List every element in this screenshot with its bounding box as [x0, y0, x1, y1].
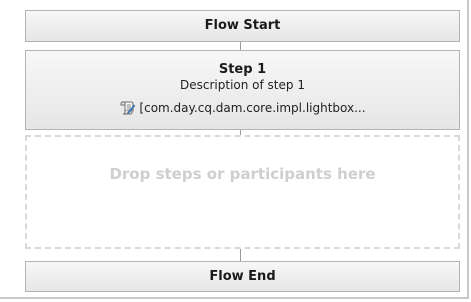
step-title: Step 1	[218, 62, 267, 77]
workflow-editor-canvas: Flow Start Step 1 Description of step 1 …	[0, 0, 469, 299]
drop-zone[interactable]: Drop steps or participants here	[25, 135, 460, 249]
connector-line	[240, 42, 241, 50]
script-icon	[119, 100, 136, 116]
flow-end-label: Flow End	[209, 269, 276, 284]
step-description: Description of step 1	[180, 78, 305, 92]
connector-line	[240, 249, 241, 261]
flow-start-label: Flow Start	[204, 18, 281, 33]
drop-zone-hint: Drop steps or participants here	[109, 165, 376, 183]
step-implementation-text: [com.day.cq.dam.core.impl.lightbox...	[139, 101, 366, 115]
workflow-step-1[interactable]: Step 1 Description of step 1 [com.day.cq…	[25, 50, 460, 130]
step-implementation: [com.day.cq.dam.core.impl.lightbox...	[26, 99, 459, 117]
flow-end-node[interactable]: Flow End	[25, 261, 460, 292]
flow-start-node[interactable]: Flow Start	[25, 10, 460, 42]
